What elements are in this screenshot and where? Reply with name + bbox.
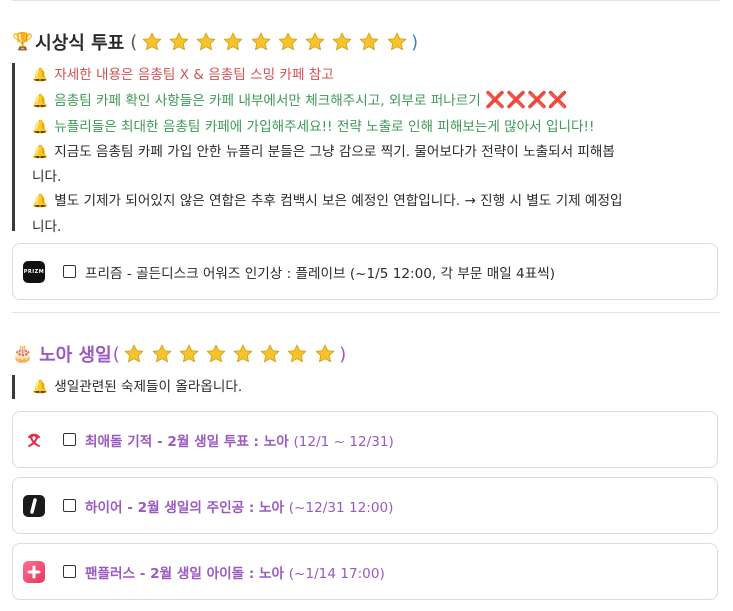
bell-icon: 🔔 bbox=[32, 119, 49, 135]
top-divider bbox=[12, 0, 720, 1]
bell-icon: 🔔 bbox=[32, 380, 49, 395]
notice-line-cont: 니다. bbox=[32, 169, 62, 186]
paren-open: ( bbox=[130, 31, 138, 53]
bell-icon: 🔔 bbox=[32, 94, 49, 110]
task-checkbox[interactable] bbox=[63, 499, 76, 512]
star-icon bbox=[141, 31, 163, 53]
notice-line: 🔔 지금도 음총팀 카페 가입 안한 뉴플리 분들은 그냥 감으로 찍기. 물어보… bbox=[32, 140, 622, 165]
star-icon bbox=[205, 343, 227, 365]
star-icon bbox=[250, 31, 272, 53]
star-icon bbox=[358, 31, 380, 53]
star-icon bbox=[222, 31, 244, 53]
task-label: 하이어 - 2월 생일의 주인공 : 노아 (~12/31 12:00) bbox=[85, 499, 394, 516]
hiour-icon bbox=[23, 494, 45, 517]
trophy-icon: 🏆 bbox=[12, 32, 34, 52]
notice-line: 🔔 음총팀 카페 확인 사항들은 카페 내부에서만 체크해주시고, 외부로 퍼나르… bbox=[32, 88, 622, 114]
notice-text: 자세한 내용은 음총팀 X & 음총팀 스밍 카페 참고 bbox=[54, 67, 334, 83]
notice-quote-block: 🔔 생일관련된 숙제들이 올라옵니다. bbox=[12, 375, 242, 399]
notice-line: 🔔 생일관련된 숙제들이 올라옵니다. bbox=[32, 375, 242, 400]
star-rating bbox=[121, 343, 339, 365]
choeaedol-icon bbox=[23, 429, 45, 451]
task-label: 최애돌 기적 - 2월 생일 투표 : 노아 (12/1 ~ 12/31) bbox=[85, 433, 394, 450]
task-card-choeaedol[interactable]: 최애돌 기적 - 2월 생일 투표 : 노아 (12/1 ~ 12/31) bbox=[12, 411, 718, 468]
task-label: 팬플러스 - 2월 생일 아이돌 : 노아 (~1/14 17:00) bbox=[85, 565, 385, 582]
paren-close: ) bbox=[411, 31, 419, 53]
notice-text: 생일관련된 숙제들이 올라옵니다. bbox=[54, 379, 243, 395]
notice-line: 🔔 별도 기제가 되어있지 않은 연합은 추후 컴백시 보은 예정인 연합입니다.… bbox=[32, 189, 622, 214]
birthday-cake-icon: 🎂 bbox=[12, 344, 34, 364]
notice-quote-block: 🔔 자세한 내용은 음총팀 X & 음총팀 스밍 카페 참고 🔔 음총팀 카페 확인… bbox=[12, 63, 622, 235]
star-icon bbox=[123, 343, 145, 365]
star-icon bbox=[168, 31, 190, 53]
notice-line: 🔔 자세한 내용은 음총팀 X & 음총팀 스밍 카페 참고 bbox=[32, 63, 622, 88]
star-icon bbox=[151, 343, 173, 365]
task-card-fanplus[interactable]: 팬플러스 - 2월 생일 아이돌 : 노아 (~1/14 17:00) bbox=[12, 543, 718, 600]
star-icon bbox=[304, 31, 326, 53]
task-card-hiour[interactable]: 하이어 - 2월 생일의 주인공 : 노아 (~12/31 12:00) bbox=[12, 477, 718, 534]
task-checkbox[interactable] bbox=[63, 265, 76, 278]
bell-icon: 🔔 bbox=[32, 68, 49, 83]
notice-text: 음총팀 카페 확인 사항들은 카페 내부에서만 체크해주시고, 외부로 퍼나르기 bbox=[54, 93, 481, 110]
task-checkbox[interactable] bbox=[63, 433, 76, 446]
task-card-prizm[interactable]: PRIZM 프리즘 - 골든디스크 어워즈 인기상 : 플레이브 (~1/5 1… bbox=[12, 243, 718, 300]
page: 🏆 시상식 투표 ( ) 🔔 자세한 내용은 음총팀 X & 음총팀 스밍 카페 … bbox=[0, 0, 733, 611]
star-icon bbox=[195, 31, 217, 53]
bell-icon: 🔔 bbox=[32, 144, 49, 160]
section-title-text: 시상식 투표 bbox=[35, 33, 125, 54]
section-title-text: 노아 생일 bbox=[39, 345, 112, 366]
task-label: 프리즘 - 골든디스크 어워즈 인기상 : 플레이브 (~1/5 12:00, … bbox=[85, 265, 556, 282]
star-rating bbox=[138, 31, 410, 53]
prizm-icon: PRIZM bbox=[23, 260, 45, 283]
star-icon bbox=[232, 343, 254, 365]
section-award-vote-title: 🏆 시상식 투표 ( ) bbox=[12, 29, 419, 55]
star-icon bbox=[259, 343, 281, 365]
paren-open: ( bbox=[112, 343, 120, 365]
star-icon bbox=[286, 343, 308, 365]
section-divider bbox=[12, 312, 720, 313]
star-icon bbox=[331, 31, 353, 53]
star-icon bbox=[314, 343, 336, 365]
notice-line: 🔔 뉴플리들은 최대한 음총팀 카페에 가입해주세요!! 전략 노출로 인해 피해… bbox=[32, 115, 622, 140]
notice-text: 뉴플리들은 최대한 음총팀 카페에 가입해주세요!! 전략 노출로 인해 피해보… bbox=[54, 118, 595, 135]
star-icon bbox=[277, 31, 299, 53]
fanplus-icon bbox=[23, 560, 45, 583]
task-checkbox[interactable] bbox=[63, 565, 76, 578]
star-icon bbox=[178, 343, 200, 365]
notice-text: 지금도 음총팀 카페 가입 안한 뉴플리 분들은 그냥 감으로 찍기. 물어보다… bbox=[54, 143, 615, 160]
paren-close: ) bbox=[339, 343, 347, 365]
bell-icon: 🔔 bbox=[32, 194, 49, 210]
cross-mark-icon: ❌❌❌❌ bbox=[485, 90, 569, 110]
notice-line-cont: 니다. bbox=[32, 218, 62, 235]
section-noah-birthday-title: 🎂 노아 생일 ( ) bbox=[12, 341, 347, 367]
notice-text: 별도 기제가 되어있지 않은 연합은 추후 컴백시 보은 예정인 연합입니다. … bbox=[54, 193, 623, 210]
star-icon bbox=[386, 31, 408, 53]
